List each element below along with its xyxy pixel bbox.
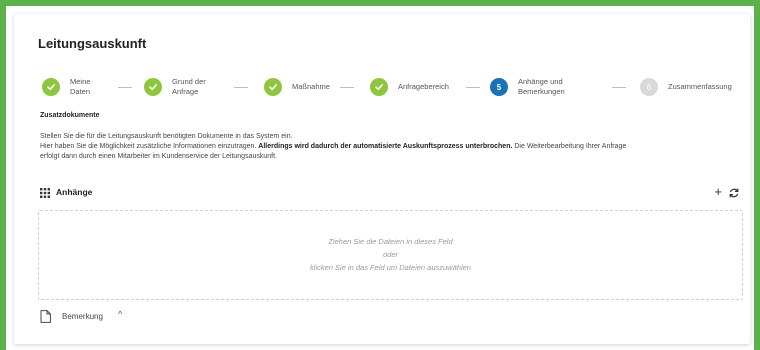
step-anfragebereich[interactable]: Anfragebereich [370,72,449,102]
step-label: Grund der Anfrage [172,77,206,96]
check-icon [144,78,162,96]
file-dropzone[interactable]: Ziehen Sie die Dateien in dieses Feld od… [38,210,743,300]
step-anhaenge-und-bemerkungen[interactable]: 5 Anhänge und Bemerkungen [490,72,565,102]
step-meine-daten[interactable]: Meine Daten [42,72,90,102]
step-label: Anhänge und Bemerkungen [518,77,565,96]
grid-icon [40,188,50,198]
dropzone-line: Ziehen Sie die Dateien in dieses Feld [328,237,453,246]
attachments-title: Anhänge [56,187,93,197]
step-label: Zusammenfassung [668,82,732,91]
step-connector [466,87,480,88]
info-text: Stellen Sie die für die Leitungsauskunft… [40,133,627,160]
step-grund-der-anfrage[interactable]: Grund der Anfrage [144,72,206,102]
step-number-badge: 6 [640,78,658,96]
dropzone-line: klicken Sie in das Feld um Dateien auszu… [310,263,471,272]
chevron-up-icon[interactable]: ^ [118,309,122,319]
check-icon [42,78,60,96]
step-connector [118,87,132,88]
step-label: Maßnahme [292,82,330,91]
step-massnahme[interactable]: Maßnahme [264,72,330,102]
remark-label: Bemerkung [62,312,103,321]
step-connector [340,87,354,88]
plus-icon[interactable]: + [714,184,722,199]
check-icon [370,78,388,96]
step-connector [234,87,248,88]
step-label: Anfragebereich [398,82,449,91]
step-label: Meine Daten [70,77,91,96]
stepper: Meine Daten Grund der Anfrage Maßnahme Anf… [42,72,742,102]
step-connector [612,87,626,88]
main-card: Leitungsauskunft Meine Daten Grund der Anf… [14,14,750,344]
check-icon [264,78,282,96]
section-heading: Zusatzdokumente [40,112,100,119]
step-number-badge: 5 [490,78,508,96]
page-title: Leitungsauskunft [38,36,147,51]
step-zusammenfassung[interactable]: 6 Zusammenfassung [640,72,732,102]
document-icon [40,310,51,323]
dropzone-line: oder [382,250,398,259]
refresh-icon[interactable] [728,187,740,199]
attachments-header: Anhänge + [40,184,740,202]
